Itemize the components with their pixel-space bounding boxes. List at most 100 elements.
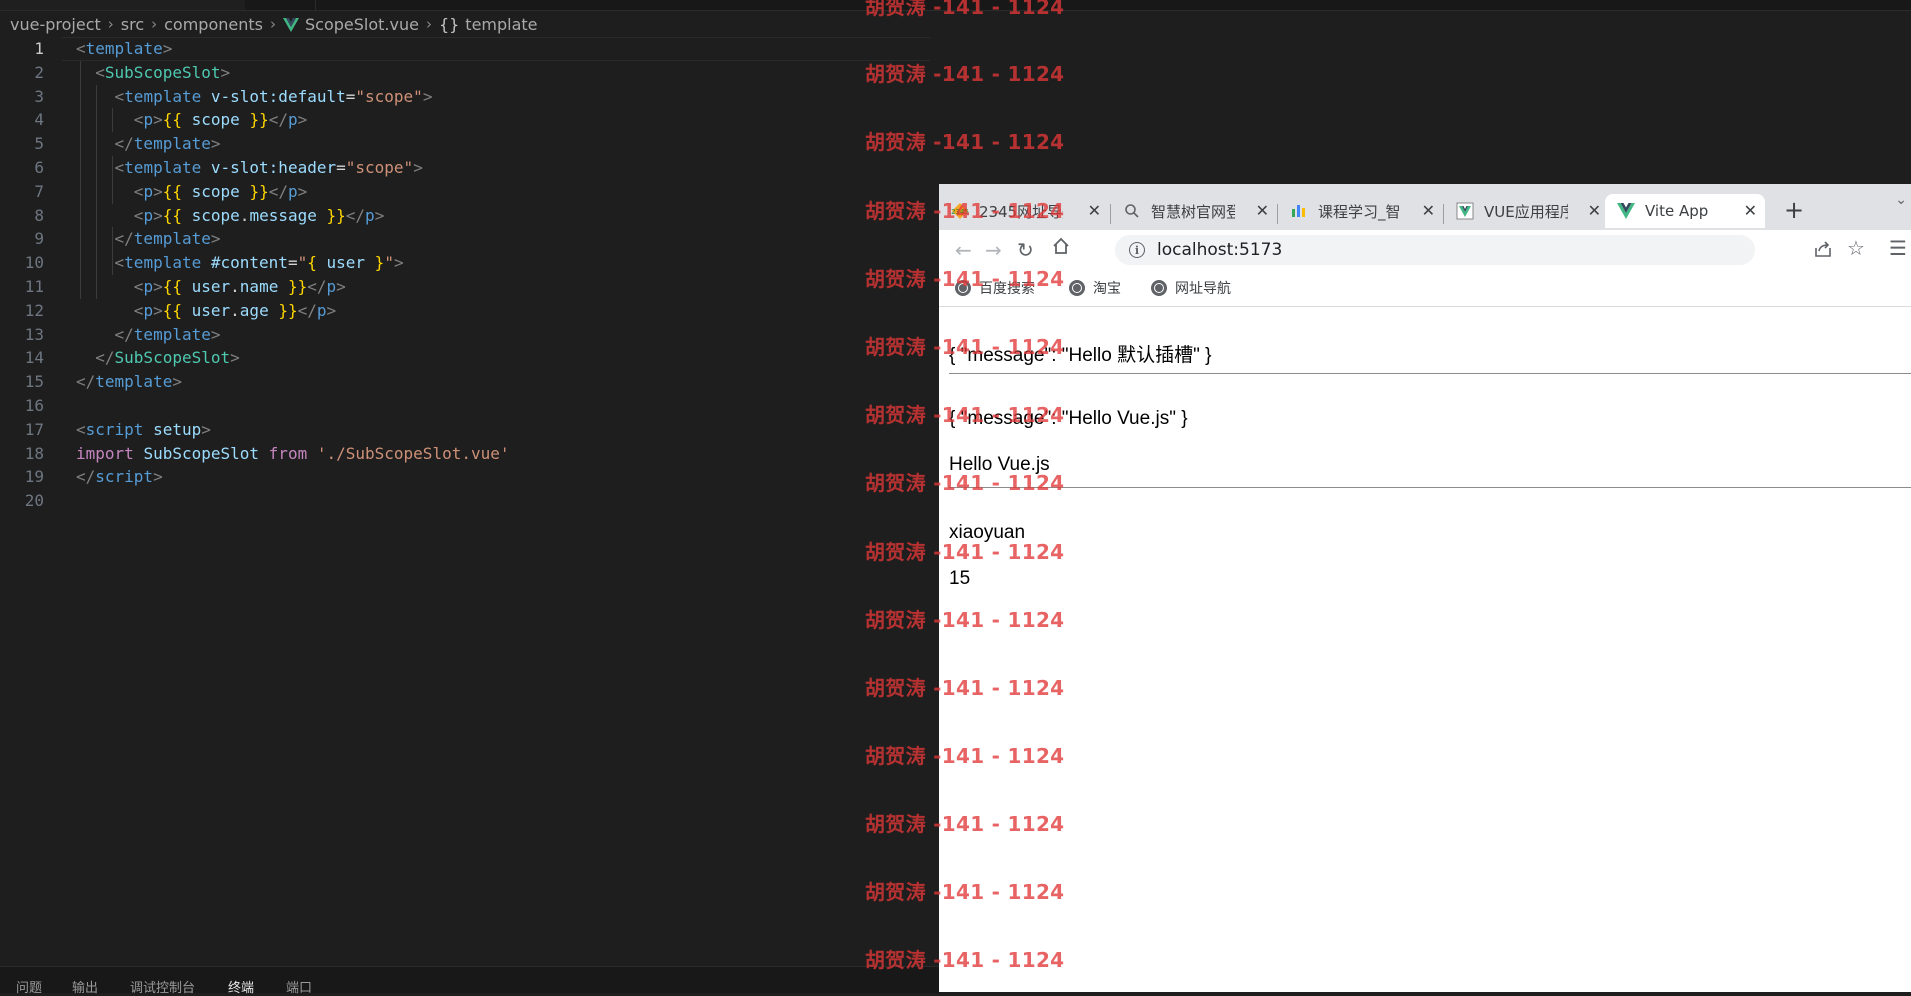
code-line[interactable]: 7 <p>{{ scope }}</p> <box>0 180 930 204</box>
code-text: </script> <box>76 467 163 487</box>
tab-terminal[interactable]: 终端 <box>228 977 254 996</box>
code-text: import SubScopeSlot from './SubScopeSlot… <box>76 443 510 463</box>
code-line[interactable]: 19 </script> <box>0 465 930 489</box>
code-line[interactable]: 16 <box>0 394 930 418</box>
line-number: 13 <box>24 324 44 344</box>
watermark-text: 胡贺涛 -141 - 1124 <box>865 130 1065 154</box>
browser-tab-title: 课程学习_智 <box>1318 202 1401 221</box>
home-icon[interactable] <box>1051 236 1071 261</box>
watermark-text: 胡贺涛 -141 - 1124 <box>865 403 1065 427</box>
code-text: <SubScopeSlot> <box>95 62 231 82</box>
line-number: 15 <box>24 372 44 392</box>
code-text: <p>{{ scope.message }}</p> <box>133 205 385 225</box>
code-line[interactable]: 14 </SubScopeSlot> <box>0 346 930 370</box>
watermark-text: 胡贺涛 -141 - 1124 <box>865 471 1065 495</box>
bookmark-item[interactable]: 淘宝 <box>1069 278 1121 298</box>
forward-icon[interactable]: → <box>985 238 1002 262</box>
code-line[interactable]: 2 <SubScopeSlot> <box>0 61 930 85</box>
code-line[interactable]: 17 <script setup> <box>0 418 930 442</box>
code-editor[interactable]: 1 <template> 2 <SubScopeSlot> 3 <template… <box>0 37 930 513</box>
editor-tab[interactable] <box>0 0 246 10</box>
line-number: 2 <box>34 62 44 82</box>
breadcrumb-file[interactable]: ScopeSlot.vue <box>305 15 419 34</box>
code-line[interactable]: 15 </template> <box>0 370 930 394</box>
close-icon[interactable]: ✕ <box>1422 201 1435 220</box>
star-icon[interactable]: ☆ <box>1847 236 1865 260</box>
line-number: 20 <box>24 491 44 511</box>
breadcrumb-symbol[interactable]: template <box>465 15 537 34</box>
line-number: 18 <box>24 443 44 463</box>
code-line[interactable]: 3 <template v-slot:default="scope"> <box>0 85 930 109</box>
close-icon[interactable]: ✕ <box>1256 201 1269 220</box>
bookmark-label: 网址导航 <box>1175 281 1231 297</box>
browser-toolbar: ← → ↻ i localhost:5173 ☆ ☰ <box>939 230 1911 270</box>
info-icon[interactable]: i <box>1129 242 1145 258</box>
bookmark-item[interactable]: 网址导航 <box>1151 278 1231 298</box>
tab-problems[interactable]: 问题 <box>16 977 42 996</box>
address-bar[interactable]: i localhost:5173 <box>1115 235 1755 265</box>
code-text: <template> <box>76 39 173 58</box>
browser-tab-active[interactable]: Vite App ✕ <box>1605 194 1765 228</box>
close-icon[interactable]: ✕ <box>1088 201 1101 220</box>
code-line[interactable]: 6 <template v-slot:header="scope"> <box>0 156 930 180</box>
breadcrumb-project[interactable]: vue-project <box>10 15 101 34</box>
browser-window: 2345 2345网址导航 ✕ 智慧树官网登 ✕ 课程学习_智 ✕ VUE <box>939 184 1911 992</box>
line-number: 6 <box>34 157 44 177</box>
browser-tab-bar: 2345 2345网址导航 ✕ 智慧树官网登 ✕ 课程学习_智 ✕ VUE <box>939 184 1911 230</box>
course-icon <box>1290 202 1308 220</box>
vue-image-icon <box>1456 202 1474 220</box>
code-line[interactable]: 5 </template> <box>0 132 930 156</box>
code-text: <template v-slot:header="scope"> <box>114 157 423 177</box>
code-line[interactable]: 12 <p>{{ user.age }}</p> <box>0 299 930 323</box>
search-icon <box>1123 202 1141 220</box>
browser-tab-title: Vite App <box>1645 202 1709 220</box>
code-line[interactable]: 8 <p>{{ scope.message }}</p> <box>0 204 930 228</box>
breadcrumb-src[interactable]: src <box>121 15 144 34</box>
code-text: <p>{{ scope }}</p> <box>133 181 308 201</box>
share-icon[interactable] <box>1813 239 1833 263</box>
watermark-text: 胡贺涛 -141 - 1124 <box>865 608 1065 632</box>
menu-icon[interactable]: ☰ <box>1889 236 1907 260</box>
browser-tab-title: 智慧树官网登 <box>1151 202 1235 221</box>
code-line[interactable]: 9 </template> <box>0 227 930 251</box>
line-number: 1 <box>34 39 44 58</box>
watermark-text: 胡贺涛 -141 - 1124 <box>865 948 1065 972</box>
code-line[interactable]: 11 <p>{{ user.name }}</p> <box>0 275 930 299</box>
line-number: 3 <box>34 86 44 106</box>
browser-tab[interactable]: VUE应用程序 ✕ <box>1444 194 1609 228</box>
code-text: <p>{{ scope }}</p> <box>133 110 308 130</box>
line-number: 4 <box>34 110 44 130</box>
tab-debug-console[interactable]: 调试控制台 <box>130 977 195 996</box>
breadcrumb: vue-project › src › components › ScopeSl… <box>10 12 538 36</box>
tab-output[interactable]: 输出 <box>72 977 98 996</box>
code-text: <template v-slot:default="scope"> <box>114 86 433 106</box>
editor-tab[interactable] <box>245 0 316 10</box>
code-line[interactable]: 1 <template> <box>0 37 930 61</box>
code-text: <p>{{ user.name }}</p> <box>133 276 346 296</box>
line-number: 14 <box>24 348 44 368</box>
code-text: </template> <box>114 229 221 249</box>
watermark-text: 胡贺涛 -141 - 1124 <box>865 744 1065 768</box>
code-line[interactable]: 4 <p>{{ scope }}</p> <box>0 108 930 132</box>
watermark-text: 胡贺涛 -141 - 1124 <box>865 676 1065 700</box>
code-line[interactable]: 20 <box>0 489 930 513</box>
browser-tab-title: VUE应用程序 <box>1484 202 1568 221</box>
browser-tab[interactable]: 智慧树官网登 ✕ <box>1111 194 1277 228</box>
line-number: 10 <box>24 253 44 273</box>
close-icon[interactable]: ✕ <box>1744 201 1757 220</box>
reload-icon[interactable]: ↻ <box>1017 238 1034 262</box>
line-number: 19 <box>24 467 44 487</box>
divider <box>949 487 1911 488</box>
tab-ports[interactable]: 端口 <box>286 977 312 996</box>
close-icon[interactable]: ✕ <box>1588 201 1601 220</box>
chevron-right-icon: › <box>107 15 114 33</box>
code-line[interactable]: 13 </template> <box>0 323 930 347</box>
back-icon[interactable]: ← <box>955 238 972 262</box>
chevron-down-icon[interactable]: ⌄ <box>1895 192 1907 208</box>
new-tab-icon[interactable]: + <box>1784 196 1804 224</box>
code-text: <p>{{ user.age }}</p> <box>133 300 337 320</box>
code-line[interactable]: 10 <template #content="{ user }"> <box>0 251 930 275</box>
breadcrumb-components[interactable]: components <box>164 15 263 34</box>
browser-tab[interactable]: 课程学习_智 ✕ <box>1278 194 1443 228</box>
code-line[interactable]: 18 import SubScopeSlot from './SubScopeSl… <box>0 442 930 466</box>
